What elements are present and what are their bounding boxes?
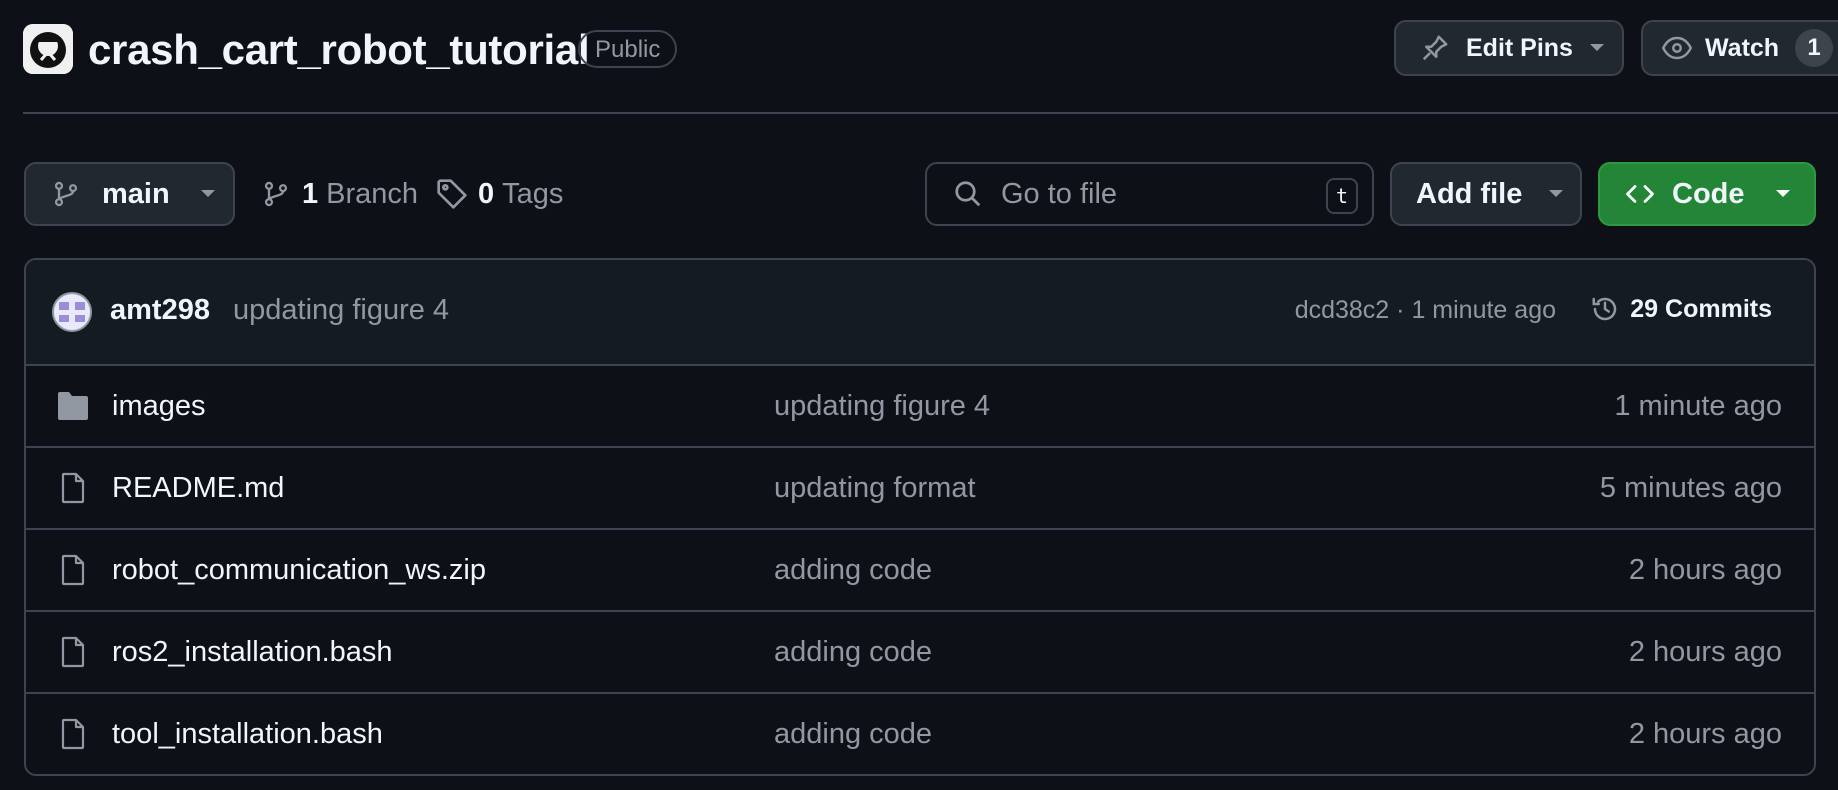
file-name[interactable]: README.md (112, 448, 284, 528)
file-commit-message[interactable]: updating format (774, 448, 976, 528)
add-file-button[interactable]: Add file (1390, 162, 1582, 226)
branches-link[interactable]: 1 Branch (262, 176, 418, 212)
branch-selector-button[interactable]: main (24, 162, 235, 226)
git-branch-icon (262, 179, 290, 209)
caret-down-icon (1775, 189, 1791, 199)
watch-label: Watch (1705, 33, 1780, 62)
branch-label: Branch (326, 177, 419, 210)
file-age: 2 hours ago (1628, 718, 1782, 750)
table-row[interactable]: images updating figure 4 1 minute ago (26, 366, 1814, 448)
file-icon (56, 718, 90, 755)
file-name[interactable]: images (112, 366, 206, 446)
tag-icon (436, 178, 468, 210)
file-name[interactable]: tool_installation.bash (112, 694, 383, 774)
table-row[interactable]: robot_communication_ws.zip adding code 2… (26, 530, 1814, 612)
commits-count: 29 (1630, 294, 1659, 323)
file-commit-message[interactable]: adding code (774, 694, 932, 774)
commit-meta: dcd38c2 · 1 minute ago (1295, 296, 1556, 325)
caret-down-icon (1589, 43, 1605, 53)
go-to-file-search[interactable]: t (925, 162, 1374, 226)
folder-icon (56, 390, 90, 427)
file-age: 5 minutes ago (1599, 472, 1782, 504)
tags-link[interactable]: 0 Tags (436, 176, 563, 212)
file-commit-message[interactable]: updating figure 4 (774, 366, 990, 446)
watch-button[interactable]: Watch 1 (1641, 20, 1838, 76)
tag-count: 0 (478, 177, 495, 210)
search-input[interactable] (1001, 177, 1321, 211)
branch-count: 1 (302, 177, 319, 210)
repo-title[interactable]: crash_cart_robot_tutorial (88, 22, 590, 78)
commit-time: 1 minute ago (1411, 296, 1556, 324)
caret-down-icon (200, 189, 216, 199)
watch-counter: 1 (1795, 29, 1834, 67)
avatar[interactable] (52, 292, 92, 332)
caret-down-icon (1548, 189, 1564, 199)
file-icon (56, 554, 90, 591)
code-button[interactable]: Code (1598, 162, 1816, 226)
edit-pins-button[interactable]: Edit Pins (1394, 20, 1624, 76)
latest-commit-bar: amt298 updating figure 4 dcd38c2 · 1 min… (26, 260, 1814, 366)
file-icon (56, 636, 90, 673)
keyboard-shortcut-hint: t (1326, 178, 1358, 214)
file-commit-message[interactable]: adding code (774, 530, 932, 610)
visibility-badge: Public (578, 30, 678, 68)
edit-pins-label: Edit Pins (1466, 33, 1573, 62)
commits-label: Commits (1665, 294, 1772, 323)
file-age: 1 minute ago (1614, 390, 1782, 422)
file-name[interactable]: ros2_installation.bash (112, 612, 393, 692)
git-branch-icon (52, 179, 80, 209)
file-age: 2 hours ago (1628, 554, 1782, 586)
branch-name: main (102, 177, 170, 210)
commit-message[interactable]: updating figure 4 (233, 294, 449, 327)
add-file-label: Add file (1416, 177, 1523, 210)
commits-link[interactable]: 29 Commits (1590, 294, 1772, 324)
pin-icon (1420, 33, 1450, 63)
code-label: Code (1672, 177, 1745, 210)
repo-owner-avatar[interactable] (23, 24, 73, 74)
history-icon (1590, 294, 1620, 324)
file-icon (56, 472, 90, 509)
commit-author[interactable]: amt298 (110, 294, 210, 327)
separator-dot: · (1396, 296, 1405, 324)
header-divider (23, 112, 1838, 114)
file-commit-message[interactable]: adding code (774, 612, 932, 692)
commit-sha[interactable]: dcd38c2 (1295, 296, 1390, 324)
eye-icon (1661, 33, 1693, 63)
search-icon (953, 179, 983, 209)
table-row[interactable]: tool_installation.bash adding code 2 hou… (26, 694, 1814, 774)
tag-label: Tags (502, 177, 564, 210)
file-table: amt298 updating figure 4 dcd38c2 · 1 min… (24, 258, 1816, 776)
table-row[interactable]: README.md updating format 5 minutes ago (26, 448, 1814, 530)
file-name[interactable]: robot_communication_ws.zip (112, 530, 486, 610)
file-age: 2 hours ago (1628, 636, 1782, 668)
code-brackets-icon (1624, 179, 1656, 209)
table-row[interactable]: ros2_installation.bash adding code 2 hou… (26, 612, 1814, 694)
